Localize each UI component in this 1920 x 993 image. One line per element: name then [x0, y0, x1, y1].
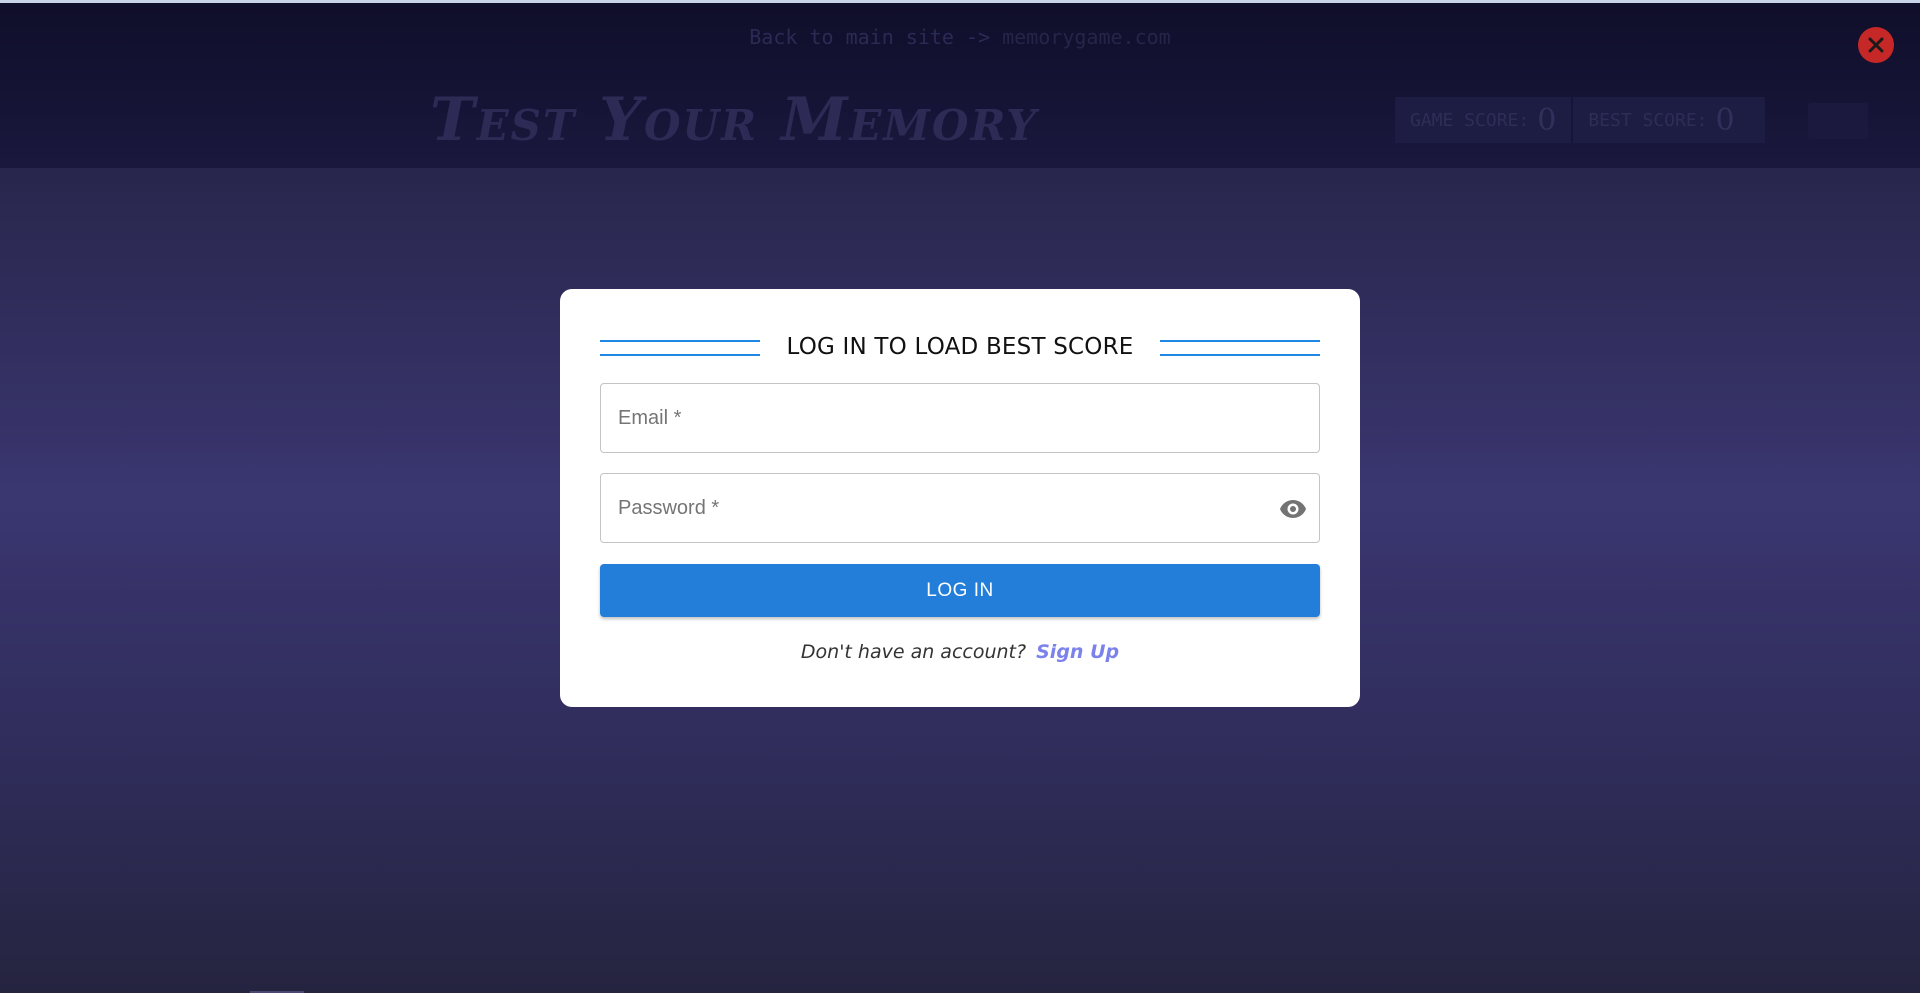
back-to-main-link[interactable]: Back to main site -> memorygame.com: [0, 25, 1920, 49]
signup-link[interactable]: Sign Up: [1036, 641, 1119, 663]
modal-title: LOG IN TO LOAD BEST SCORE: [786, 334, 1134, 360]
email-field-container: [600, 383, 1320, 453]
email-input[interactable]: [601, 384, 1319, 452]
game-title: Test Your Memory: [430, 85, 1039, 155]
modal-heading: LOG IN TO LOAD BEST SCORE: [600, 327, 1320, 367]
game-score-label: GAME SCORE:: [1410, 109, 1530, 131]
best-score-label: BEST SCORE:: [1588, 109, 1708, 131]
login-modal: LOG IN TO LOAD BEST SCORE LOG IN Don't h…: [560, 289, 1360, 707]
login-button[interactable]: LOG IN: [600, 564, 1320, 617]
heading-decoration-right: [1160, 338, 1320, 356]
back-link-site: memorygame.com: [1002, 25, 1171, 49]
game-score-value: 0: [1537, 102, 1557, 138]
best-score: BEST SCORE: 0: [1571, 97, 1749, 143]
game-score: GAME SCORE: 0: [1395, 97, 1571, 143]
toggle-password-visibility-button[interactable]: [1277, 494, 1309, 524]
password-field-container: [600, 473, 1320, 543]
eye-icon: [1280, 500, 1306, 518]
best-score-value: 0: [1715, 102, 1735, 138]
signup-row: Don't have an account? Sign Up: [560, 641, 1360, 663]
back-link-text: Back to main site ->: [749, 25, 991, 49]
close-icon: [1868, 37, 1884, 53]
heading-decoration-left: [600, 338, 760, 356]
password-input[interactable]: [601, 474, 1319, 542]
page-header: Back to main site -> memorygame.com Test…: [0, 3, 1920, 168]
close-modal-button[interactable]: [1858, 27, 1894, 63]
scoreboard: GAME SCORE: 0 BEST SCORE: 0: [1395, 97, 1765, 143]
signup-prompt: Don't have an account?: [800, 641, 1027, 663]
header-menu-button: [1808, 103, 1868, 139]
